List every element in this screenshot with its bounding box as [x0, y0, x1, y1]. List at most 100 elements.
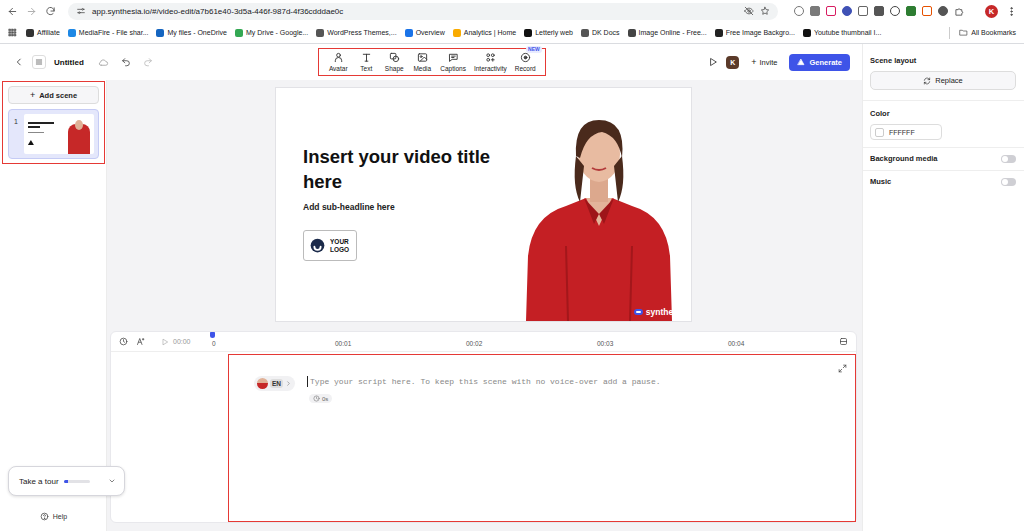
bookmark[interactable]: Letterly web — [524, 29, 573, 37]
all-bookmarks[interactable]: All Bookmarks — [959, 28, 1016, 37]
bookmark[interactable]: My files - OneDrive — [156, 29, 227, 37]
spacer — [3, 163, 104, 506]
toggle-knob — [1002, 156, 1008, 162]
scene-thumbnail[interactable]: 1 — [8, 109, 99, 159]
play-icon[interactable] — [708, 57, 718, 67]
bookmark[interactable]: Image Online - Free... — [628, 29, 707, 37]
layers-icon[interactable] — [839, 337, 848, 346]
duration-chip[interactable]: 0s — [309, 394, 332, 403]
redo-icon[interactable] — [143, 57, 153, 67]
watermark: synthesia — [634, 307, 685, 317]
cloud-icon — [98, 57, 109, 68]
toggle-switch[interactable] — [1001, 178, 1016, 186]
generate-button[interactable]: Generate — [789, 54, 850, 71]
menu-button[interactable] — [32, 55, 46, 69]
profile-avatar[interactable]: K — [985, 5, 998, 18]
extension-icon[interactable] — [874, 6, 884, 16]
back-arrow-icon[interactable] — [7, 6, 18, 17]
invite-button[interactable]: +Invite — [747, 54, 781, 70]
tool-button[interactable]: Interactivity — [470, 51, 511, 73]
divider — [863, 170, 1024, 171]
voice-chip[interactable]: EN — [254, 376, 295, 391]
avatar-figure — [506, 106, 691, 321]
bookmark-label: Free Image Backgro... — [726, 29, 795, 36]
expand-icon[interactable] — [838, 364, 847, 373]
color-field[interactable]: FFFFFF — [870, 124, 942, 140]
bookmark[interactable]: MediaFire - File shar... — [68, 29, 149, 37]
play-icon[interactable] — [161, 338, 169, 346]
bookmark[interactable]: Affiliate — [26, 29, 60, 37]
extension-icon[interactable] — [922, 6, 932, 16]
tool-label: Avatar — [329, 65, 348, 72]
address-bar[interactable]: app.synthesia.io/#/video-edit/a7b61e40-3… — [68, 3, 778, 20]
bookmark[interactable]: Analytics | Home — [453, 29, 516, 37]
tool-button[interactable]: Shape — [380, 51, 408, 73]
reload-icon[interactable] — [45, 6, 56, 17]
record-icon — [520, 52, 531, 63]
tool-button[interactable]: RecordNEW — [511, 51, 540, 73]
scene-canvas[interactable]: Insert your video title here Add sub-head… — [276, 88, 691, 321]
star-icon[interactable] — [760, 6, 770, 16]
puzzle-icon[interactable] — [954, 6, 965, 17]
slide-title[interactable]: Insert your video title here — [303, 144, 503, 194]
tool-label: Captions — [440, 65, 466, 72]
bookmark[interactable]: Free Image Backgro... — [715, 29, 795, 37]
menu-dots-icon[interactable] — [1006, 6, 1017, 17]
tool-button[interactable]: Media — [408, 51, 436, 73]
timeline-body: EN Type your script here. To keep this sc… — [111, 352, 856, 522]
timeline-panel: 00:00000:0100:0200:0300:04ENType your sc… — [110, 331, 857, 523]
extension-icon[interactable] — [810, 6, 820, 16]
script-placeholder[interactable]: Type your script here. To keep this scen… — [310, 377, 660, 386]
undo-icon[interactable] — [121, 57, 131, 67]
favicon-icon — [803, 29, 811, 37]
extension-icon[interactable] — [938, 6, 948, 16]
bookmark[interactable]: Youtube thumbnail I... — [803, 29, 881, 37]
color-swatch — [875, 128, 884, 137]
scene-list: +Add scene 1 — [3, 82, 104, 163]
playhead[interactable] — [210, 332, 215, 338]
eye-off-icon[interactable] — [744, 6, 754, 16]
extensions — [794, 6, 965, 17]
bookmark[interactable]: Overview — [405, 29, 445, 37]
tool-button[interactable]: Avatar — [324, 51, 352, 73]
avatar-icon — [333, 52, 344, 63]
extension-icon[interactable] — [842, 6, 852, 16]
tour-label: Take a tour — [19, 477, 59, 486]
clock-icon — [313, 395, 320, 402]
tool-button[interactable]: Captions — [436, 51, 470, 73]
tour-card[interactable]: Take a tour — [8, 466, 125, 496]
scene-number: 1 — [14, 114, 18, 125]
user-avatar[interactable]: K — [726, 56, 739, 69]
extension-icon[interactable] — [826, 6, 836, 16]
extension-icon[interactable] — [794, 6, 804, 16]
bookmark[interactable]: WordPress Themes,... — [316, 29, 396, 37]
extension-icon[interactable] — [890, 6, 900, 16]
scene-preview — [24, 114, 94, 154]
toggle-switch[interactable] — [1001, 155, 1016, 163]
bookmark-label: MediaFire - File shar... — [79, 29, 149, 36]
slide-subtitle[interactable]: Add sub-headline here — [303, 202, 395, 212]
tool-button[interactable]: Text — [352, 51, 380, 73]
chevron-left-icon[interactable] — [14, 57, 24, 67]
favicon-icon — [156, 29, 164, 37]
bookmark[interactable]: My Drive - Google... — [235, 29, 308, 37]
favicon-icon — [628, 29, 636, 37]
add-scene-button[interactable]: +Add scene — [8, 86, 99, 104]
toggle-label: Background media — [870, 154, 938, 163]
logo-box[interactable]: YOURLOGO — [303, 230, 357, 261]
extension-icon[interactable] — [858, 6, 868, 16]
timeline-controls: 00:00 — [119, 337, 212, 346]
divider — [863, 100, 1024, 101]
video-title[interactable]: Untitled — [54, 58, 84, 67]
bookmark[interactable]: DK Docs — [581, 29, 620, 37]
extension-icon[interactable] — [906, 6, 916, 16]
script-editor[interactable]: EN Type your script here. To keep this sc… — [228, 354, 856, 522]
clock-icon[interactable] — [119, 337, 128, 346]
help-link[interactable]: Help — [3, 506, 104, 531]
forward-arrow-icon[interactable] — [26, 6, 37, 17]
replace-button[interactable]: Replace — [870, 71, 1016, 90]
bookmark-label: Analytics | Home — [464, 29, 516, 36]
voice-settings-icon[interactable] — [136, 337, 145, 346]
preview-text — [24, 114, 54, 154]
apps-grid-icon[interactable] — [8, 28, 17, 37]
